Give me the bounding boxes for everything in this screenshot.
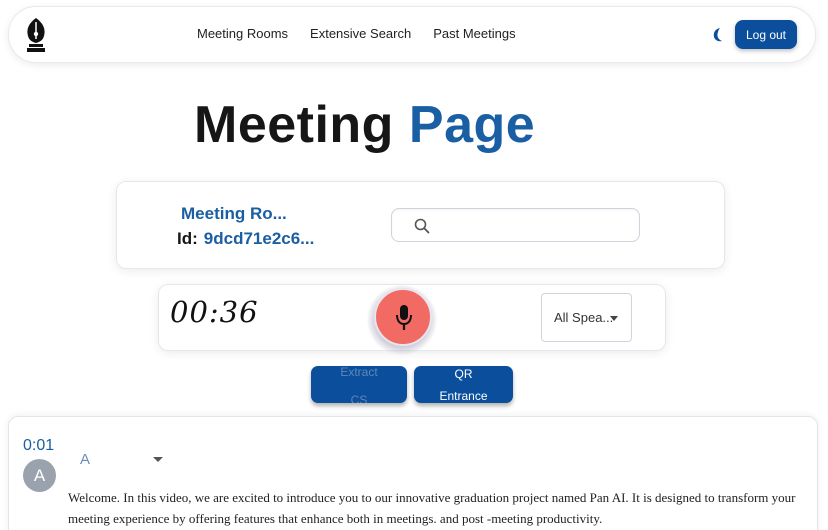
nav-links: Meeting Rooms Extensive Search Past Meet… (197, 26, 538, 41)
transcript-text: Welcome. In this video, we are excited t… (68, 490, 796, 526)
speaker-filter-value: All Spea... (554, 310, 614, 325)
chevron-down-icon (610, 316, 618, 321)
room-id-value: 9dcd71e2c6... (203, 229, 315, 248)
room-info-card: Meeting Ro... Id: 9dcd71e2c6... (116, 181, 725, 269)
room-id: Id: 9dcd71e2c6... (177, 229, 314, 249)
room-id-label: Id: (177, 229, 198, 248)
page-title-part1: Meeting (194, 96, 394, 154)
search-input[interactable] (438, 215, 628, 237)
nav-link-meeting-rooms[interactable]: Meeting Rooms (197, 26, 288, 41)
chevron-down-icon[interactable] (153, 457, 163, 462)
nav-link-extensive-search[interactable]: Extensive Search (310, 26, 411, 41)
qr-entrance-line2: Entrance (439, 389, 488, 403)
page-title: Meeting Page (194, 95, 535, 155)
fountain-pen-logo-icon[interactable] (23, 17, 49, 53)
logout-button[interactable]: Log out (735, 20, 797, 49)
speaker-filter-select[interactable]: All Spea... (541, 293, 632, 342)
qr-entrance-button[interactable]: QR Entrance (414, 366, 513, 403)
recorder-card: 00:36 All Spea... (158, 284, 666, 355)
extract-button[interactable]: Extract CS (311, 366, 407, 403)
avatar: A (23, 459, 56, 492)
room-name: Meeting Ro... (181, 204, 287, 223)
transcript-timestamp[interactable]: 0:01 (23, 437, 54, 455)
qr-entrance-line1: QR (454, 367, 473, 381)
speaker-name-select[interactable]: A (80, 451, 90, 468)
nav-link-past-meetings[interactable]: Past Meetings (433, 26, 515, 41)
record-mic-button[interactable] (374, 288, 432, 346)
microphone-icon (396, 305, 412, 330)
transcript-panel: 0:01 A A Welcome. In this video, we are … (8, 416, 818, 530)
moon-icon[interactable] (711, 27, 725, 43)
search-box[interactable] (391, 208, 640, 242)
top-navbar: Meeting Rooms Extensive Search Past Meet… (8, 6, 816, 63)
search-icon (414, 218, 430, 234)
extract-button-line2: CS (350, 393, 368, 403)
recording-timer: 00:36 (170, 295, 259, 329)
page-title-part2: Page (408, 96, 536, 154)
extract-button-line1: Extract (340, 366, 378, 379)
